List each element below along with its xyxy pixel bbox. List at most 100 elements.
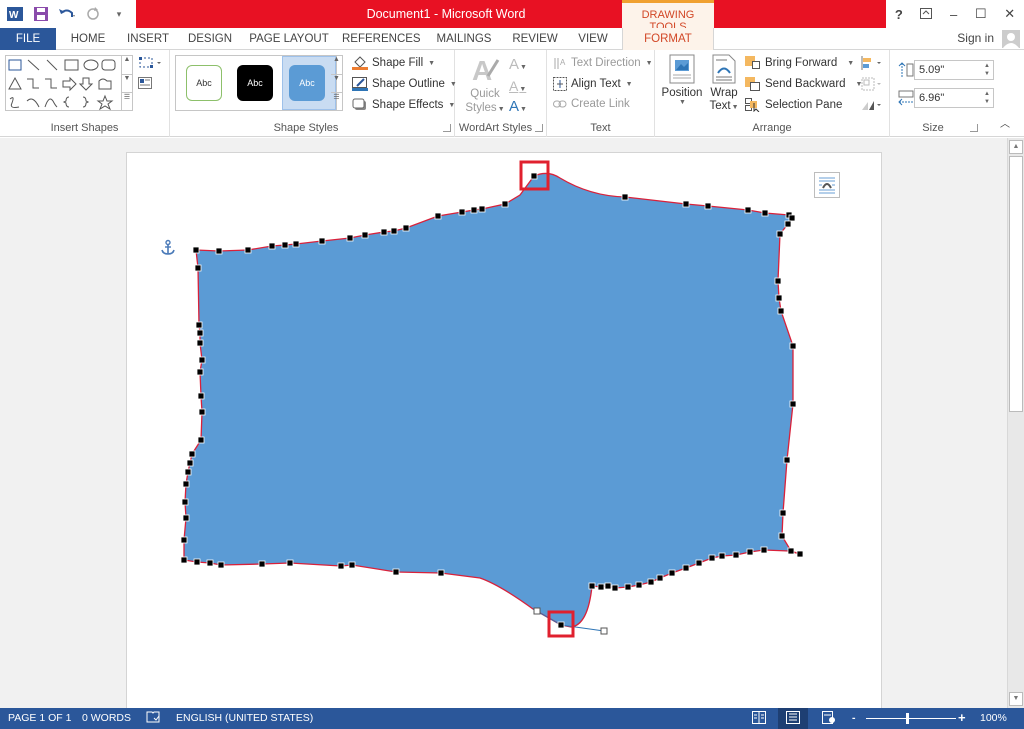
scroll-thumb[interactable] <box>1009 156 1023 412</box>
read-mode-icon[interactable] <box>752 711 766 727</box>
layout-options-button[interactable] <box>814 172 840 198</box>
edit-point-vertex[interactable] <box>206 559 214 567</box>
edit-point-vertex[interactable] <box>361 231 369 239</box>
scroll-up-button[interactable]: ▲ <box>1009 140 1023 154</box>
bezier-handle[interactable] <box>533 607 541 615</box>
edit-point-vertex[interactable] <box>182 480 190 488</box>
web-layout-icon[interactable] <box>822 711 836 727</box>
edit-point-vertex[interactable] <box>186 459 194 467</box>
page-count[interactable]: PAGE 1 OF 1 <box>8 712 71 724</box>
edit-point-vertex[interactable] <box>779 509 787 517</box>
edit-point-vertex[interactable] <box>708 554 716 562</box>
edit-point-vertex[interactable] <box>286 559 294 567</box>
edit-point-vertex[interactable] <box>668 569 676 577</box>
edit-point-vertex[interactable] <box>777 307 785 315</box>
edit-point-vertex[interactable] <box>778 532 786 540</box>
bezier-handle[interactable] <box>600 627 608 635</box>
edit-point-vertex[interactable] <box>704 202 712 210</box>
edit-point-vertex[interactable] <box>783 456 791 464</box>
edit-point-vertex[interactable] <box>348 561 356 569</box>
zoom-slider-track[interactable] <box>866 718 956 719</box>
edit-point-vertex[interactable] <box>193 558 201 566</box>
edit-point-vertex[interactable] <box>776 230 784 238</box>
edit-point-vertex[interactable] <box>196 329 204 337</box>
edit-point-vertex[interactable] <box>196 368 204 376</box>
scroll-down-button[interactable]: ▼ <box>1009 692 1023 706</box>
edit-point-vertex[interactable] <box>380 228 388 236</box>
edit-point-vertex[interactable] <box>195 321 203 329</box>
edit-point-vertex[interactable] <box>192 246 200 254</box>
edit-point-vertex[interactable] <box>746 548 754 556</box>
edit-point-vertex[interactable] <box>180 556 188 564</box>
edit-point-vertex[interactable] <box>682 564 690 572</box>
edit-point-vertex[interactable] <box>624 583 632 591</box>
edit-point-vertex[interactable] <box>501 200 509 208</box>
edit-point-vertex[interactable] <box>789 342 797 350</box>
edit-point-vertex[interactable] <box>789 400 797 408</box>
zoom-out-button[interactable]: - <box>852 712 856 724</box>
edit-point-vertex[interactable] <box>184 468 192 476</box>
zoom-level[interactable]: 100% <box>980 712 1007 724</box>
edit-point-vertex[interactable] <box>787 547 795 555</box>
edit-point-vertex[interactable] <box>337 562 345 570</box>
edit-point-vertex[interactable] <box>197 436 205 444</box>
edit-point-vertex[interactable] <box>198 408 206 416</box>
edit-point-vertex[interactable] <box>182 514 190 522</box>
edit-point-vertex[interactable] <box>258 560 266 568</box>
freeform-shape-layer <box>161 160 804 638</box>
zoom-in-button[interactable]: + <box>958 710 966 725</box>
edit-point-vertex[interactable] <box>244 246 252 254</box>
edit-point-vertex[interactable] <box>718 552 726 560</box>
edit-point-vertex[interactable] <box>788 214 796 222</box>
edit-point-vertex[interactable] <box>217 561 225 569</box>
edit-point-vertex[interactable] <box>268 242 276 250</box>
edit-point-vertex[interactable] <box>346 234 354 242</box>
edit-point-vertex[interactable] <box>196 339 204 347</box>
edit-point-vertex[interactable] <box>458 208 466 216</box>
edit-point-vertex[interactable] <box>437 569 445 577</box>
edit-point-vertex[interactable] <box>530 172 538 180</box>
proofing-icon[interactable] <box>146 711 160 727</box>
edit-point-vertex[interactable] <box>597 583 605 591</box>
edit-point-vertex[interactable] <box>292 240 300 248</box>
edit-point-vertex[interactable] <box>215 247 223 255</box>
edit-point-vertex[interactable] <box>180 536 188 544</box>
edit-point-vertex[interactable] <box>557 621 565 629</box>
edit-point-vertex[interactable] <box>682 200 690 208</box>
edit-point-vertex[interactable] <box>732 551 740 559</box>
print-layout-button[interactable] <box>778 708 808 729</box>
edit-point-vertex[interactable] <box>198 356 206 364</box>
edit-point-vertex[interactable] <box>281 241 289 249</box>
edit-point-vertex[interactable] <box>434 212 442 220</box>
edit-point-vertex[interactable] <box>635 581 643 589</box>
vertical-scrollbar[interactable]: ▲ ▼ <box>1007 138 1024 708</box>
word-count[interactable]: 0 WORDS <box>82 712 131 724</box>
edit-point-vertex[interactable] <box>760 546 768 554</box>
edit-point-vertex[interactable] <box>695 559 703 567</box>
edit-point-vertex[interactable] <box>470 206 478 214</box>
edit-point-vertex[interactable] <box>656 574 664 582</box>
edit-point-vertex[interactable] <box>774 277 782 285</box>
edit-point-vertex[interactable] <box>744 206 752 214</box>
edit-point-vertex[interactable] <box>197 392 205 400</box>
language[interactable]: ENGLISH (UNITED STATES) <box>176 712 313 724</box>
zoom-slider-thumb[interactable] <box>906 713 909 724</box>
edit-point-vertex[interactable] <box>796 550 804 558</box>
edit-point-vertex[interactable] <box>390 227 398 235</box>
edit-point-vertex[interactable] <box>478 205 486 213</box>
edit-point-vertex[interactable] <box>611 584 619 592</box>
edit-point-vertex[interactable] <box>392 568 400 576</box>
edit-point-vertex[interactable] <box>647 578 655 586</box>
edit-point-vertex[interactable] <box>181 498 189 506</box>
edit-point-vertex[interactable] <box>188 450 196 458</box>
edit-point-vertex[interactable] <box>588 582 596 590</box>
freeform-shape[interactable] <box>183 172 801 628</box>
edit-point-vertex[interactable] <box>761 209 769 217</box>
edit-point-vertex[interactable] <box>604 582 612 590</box>
edit-point-vertex[interactable] <box>775 294 783 302</box>
edit-point-vertex[interactable] <box>621 193 629 201</box>
edit-point-vertex[interactable] <box>318 237 326 245</box>
edit-point-vertex[interactable] <box>402 224 410 232</box>
edit-point-vertex[interactable] <box>784 220 792 228</box>
edit-point-vertex[interactable] <box>194 264 202 272</box>
